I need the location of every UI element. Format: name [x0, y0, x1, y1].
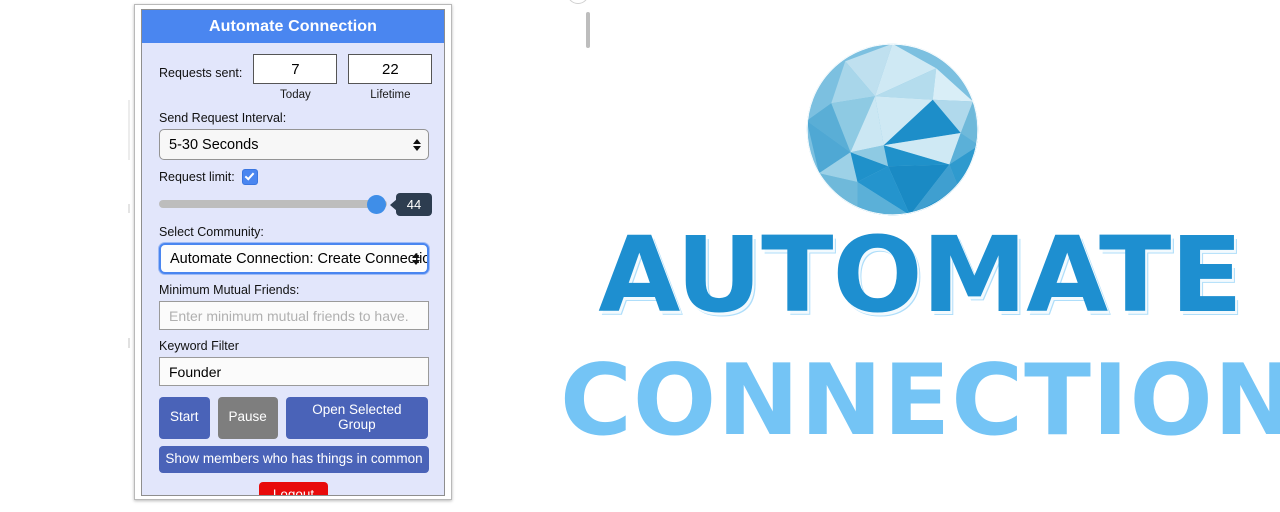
stepper-arrows-icon — [413, 138, 421, 151]
extension-popup: Automate Connection Requests sent: 7 Tod… — [130, 0, 590, 506]
popup-frame: Automate Connection Requests sent: 7 Tod… — [134, 4, 452, 500]
popup-inner: Automate Connection Requests sent: 7 Tod… — [141, 9, 445, 496]
open-selected-group-button[interactable]: Open Selected Group — [285, 397, 428, 439]
keyword-filter-input[interactable]: Founder — [159, 357, 429, 386]
interval-select[interactable]: 5-30 Seconds — [159, 129, 429, 160]
community-select[interactable]: Automate Connection: Create Connections — [159, 243, 429, 274]
request-limit-label: Request limit: — [159, 170, 235, 184]
low-poly-sphere-logo-icon — [806, 43, 979, 216]
start-button[interactable]: Start — [159, 397, 210, 439]
brand-panel: AUTOMATE CONNECTION — [560, 0, 1280, 512]
wordmark-automate: AUTOMATE — [598, 214, 1243, 336]
requests-today-value: 7 — [253, 54, 338, 84]
community-select-value: Automate Connection: Create Connections — [170, 250, 429, 267]
requests-sent-row: Requests sent: 7 Today 22 Lifetime — [159, 54, 433, 101]
stepper-arrows-icon — [412, 252, 420, 265]
slider-track — [159, 200, 387, 208]
keyword-filter-label: Keyword Filter — [159, 339, 239, 353]
logout-row: Logout — [159, 481, 428, 495]
wordmark-connection: CONNECTION — [560, 344, 1280, 458]
popup-title: Automate Connection — [208, 17, 378, 35]
community-label: Select Community: — [159, 225, 264, 239]
requests-lifetime-group: 22 Lifetime — [348, 54, 433, 101]
requests-lifetime-value: 22 — [348, 54, 433, 84]
logout-button[interactable]: Logout — [258, 481, 329, 495]
mutual-friends-input[interactable]: Enter minimum mutual friends to have. — [159, 301, 429, 330]
interval-label: Send Request Interval: — [159, 111, 287, 125]
action-button-row: Start Pause Open Selected Group — [159, 397, 428, 439]
request-limit-slider[interactable]: 44 — [159, 192, 432, 216]
request-limit-row: Request limit: — [159, 169, 428, 185]
slider-thumb[interactable] — [367, 195, 386, 214]
requests-today-caption: Today — [280, 89, 311, 101]
pause-button[interactable]: Pause — [217, 397, 278, 439]
request-limit-checkbox[interactable] — [241, 169, 258, 185]
popup-body: Requests sent: 7 Today 22 Lifetime Send … — [142, 43, 444, 495]
requests-today-group: 7 Today — [253, 54, 338, 101]
slider-value-tooltip: 44 — [396, 193, 432, 216]
popup-header: Automate Connection — [142, 10, 444, 43]
interval-select-value: 5-30 Seconds — [169, 136, 259, 153]
mutual-friends-label: Minimum Mutual Friends: — [159, 283, 300, 297]
requests-lifetime-caption: Lifetime — [370, 89, 411, 101]
requests-sent-label: Requests sent: — [159, 66, 243, 80]
show-members-button[interactable]: Show members who has things in common — [159, 445, 429, 473]
